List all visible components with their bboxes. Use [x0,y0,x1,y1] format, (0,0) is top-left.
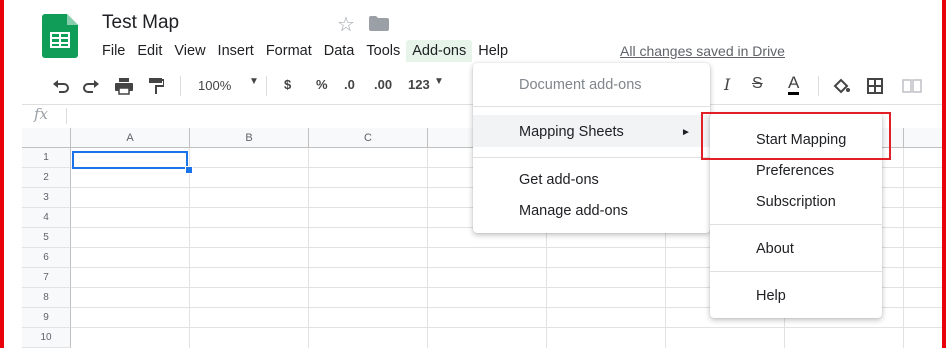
zoom-dropdown-icon[interactable]: ▼ [249,76,259,87]
strikethrough-button[interactable]: S [752,75,763,93]
mapping-sheets-label[interactable]: Mapping Sheets [519,124,624,140]
menu-insert[interactable]: Insert [212,40,260,62]
borders-icon[interactable] [867,78,883,94]
grid-line [189,148,190,348]
menu-data[interactable]: Data [318,40,361,62]
decrease-decimals-button[interactable]: .0 [344,77,355,92]
row-header[interactable]: 1 [22,148,71,168]
right-red-border [942,0,946,348]
grid-line [903,148,904,348]
redo-icon[interactable] [82,78,100,94]
paint-format-icon[interactable] [148,77,164,95]
more-formats-dropdown-icon[interactable]: ▼ [434,76,444,87]
star-icon[interactable]: ☆ [337,12,355,37]
folder-icon[interactable] [369,16,389,31]
row-header[interactable]: 3 [22,188,71,208]
menu-help[interactable]: Help [472,40,514,62]
grid-line [427,148,428,348]
fill-color-icon[interactable] [832,78,850,94]
italic-button[interactable]: I [724,75,730,94]
row-header[interactable]: 2 [22,168,71,188]
row-header[interactable]: 8 [22,288,71,308]
save-status-link[interactable]: All changes saved in Drive [620,43,785,59]
merge-cells-icon[interactable] [902,79,924,93]
preferences-item[interactable]: Preferences [756,163,834,179]
row-header[interactable]: 7 [22,268,71,288]
menu-divider [710,271,882,272]
formula-bar-divider [66,108,67,124]
row-header[interactable]: 5 [22,228,71,248]
selected-cell-a1[interactable] [72,151,188,169]
menu-divider [473,106,710,107]
addons-menu: Document add-ons Mapping Sheets ► Get ad… [473,63,710,233]
text-color-button[interactable]: A [788,74,800,95]
submenu-arrow-icon: ► [681,127,691,138]
increase-decimals-button[interactable]: .00 [374,77,392,92]
column-header[interactable] [904,128,942,148]
more-formats-button[interactable]: 123 [408,77,430,92]
document-title[interactable]: Test Map [102,12,179,34]
row-header[interactable]: 9 [22,308,71,328]
menu-format[interactable]: Format [260,40,318,62]
subscription-item[interactable]: Subscription [756,194,836,210]
menu-bar: File Edit View Insert Format Data Tools … [96,40,514,62]
grid-line [71,327,942,328]
about-item[interactable]: About [756,241,794,257]
menu-view[interactable]: View [168,40,211,62]
column-header-a[interactable]: A [71,128,190,148]
manage-addons-item[interactable]: Manage add-ons [519,203,628,219]
get-addons-item[interactable]: Get add-ons [519,172,599,188]
menu-divider [473,157,710,158]
document-addons-header: Document add-ons [519,77,642,93]
print-icon[interactable] [114,77,134,95]
row-header[interactable]: 4 [22,208,71,228]
menu-divider [710,224,882,225]
currency-format-button[interactable]: $ [284,77,291,92]
start-mapping-highlight-box [701,112,891,160]
column-header-c[interactable]: C [309,128,428,148]
grid-line [308,148,309,348]
row-header[interactable]: 10 [22,328,71,348]
column-header-b[interactable]: B [190,128,309,148]
menu-addons[interactable]: Add-ons [406,40,473,62]
menu-edit[interactable]: Edit [131,40,168,62]
percent-format-button[interactable]: % [316,77,328,92]
sheets-logo-icon[interactable] [42,14,78,58]
row-header[interactable]: 6 [22,248,71,268]
menu-tools[interactable]: Tools [360,40,406,62]
zoom-select[interactable]: 100% [198,78,231,93]
fill-handle[interactable] [185,166,193,174]
fx-icon: fx [34,105,49,123]
left-red-border [0,0,4,348]
menu-file[interactable]: File [96,40,131,62]
select-all-corner[interactable] [22,128,71,148]
undo-icon[interactable] [52,78,70,94]
help-item[interactable]: Help [756,288,786,304]
